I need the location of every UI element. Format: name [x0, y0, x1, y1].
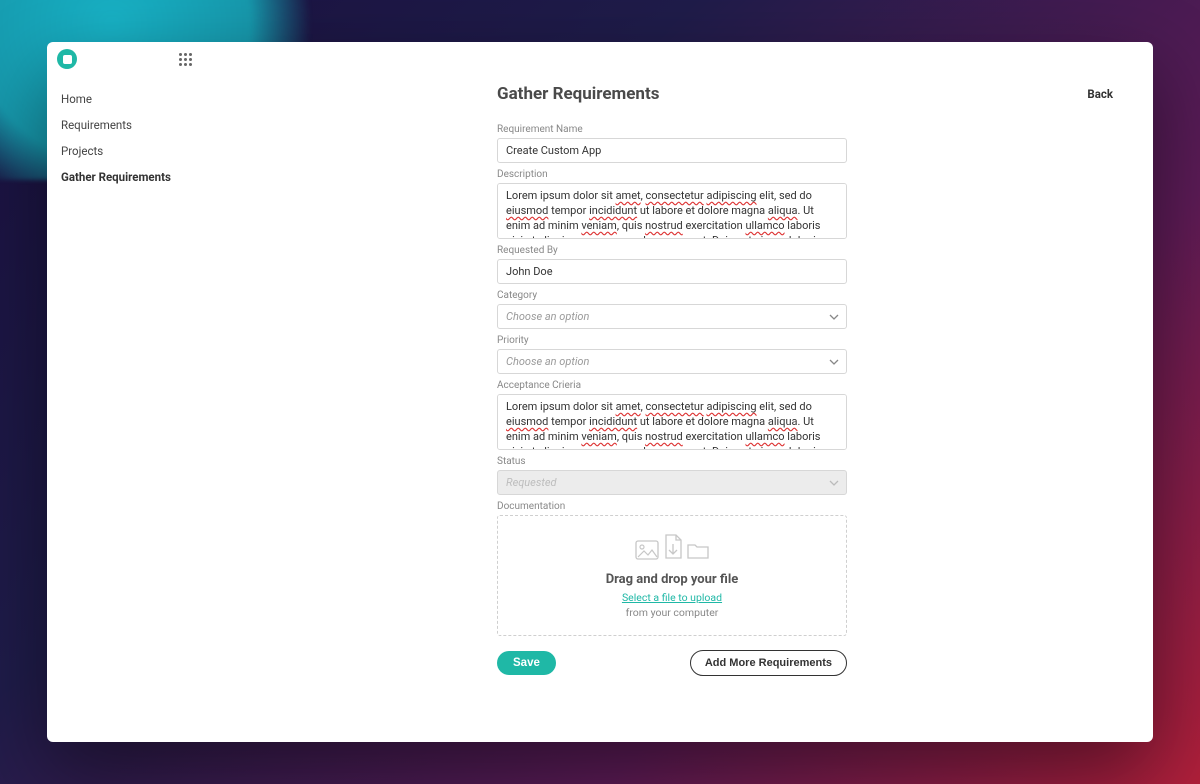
category-select[interactable]: Choose an option: [497, 304, 847, 329]
save-button[interactable]: Save: [497, 651, 556, 675]
requested-by-label: Requested By: [497, 245, 847, 256]
dropzone-select-link[interactable]: Select a file to upload: [508, 591, 836, 604]
status-label: Status: [497, 456, 847, 467]
description-label: Description: [497, 169, 847, 180]
form-actions: Save Add More Requirements: [497, 650, 847, 676]
folder-icon: [687, 542, 709, 560]
app-logo-icon[interactable]: [57, 49, 77, 69]
upload-illustration-icon: [508, 534, 836, 560]
main-content: Gather Requirements Back Requirement Nam…: [197, 76, 1153, 742]
file-download-icon: [663, 534, 683, 560]
requirement-name-label: Requirement Name: [497, 124, 847, 135]
priority-label: Priority: [497, 335, 847, 346]
dropzone-title: Drag and drop your file: [508, 572, 836, 587]
apps-grid-icon[interactable]: [179, 53, 192, 66]
acceptance-criteria-label: Acceptance Crieria: [497, 380, 847, 391]
topbar: [47, 42, 1153, 76]
image-icon: [635, 540, 659, 560]
documentation-label: Documentation: [497, 501, 847, 512]
page-header: Gather Requirements Back: [497, 76, 1113, 118]
app-window: Home Requirements Projects Gather Requir…: [47, 42, 1153, 742]
category-label: Category: [497, 290, 847, 301]
requested-by-input[interactable]: [497, 259, 847, 284]
dropzone-subtext: from your computer: [508, 606, 836, 619]
sidebar-item-home[interactable]: Home: [57, 86, 197, 112]
sidebar-item-gather-requirements[interactable]: Gather Requirements: [57, 164, 197, 190]
sidebar: Home Requirements Projects Gather Requir…: [47, 76, 197, 742]
documentation-dropzone[interactable]: Drag and drop your file Select a file to…: [497, 515, 847, 636]
back-link[interactable]: Back: [1087, 87, 1113, 101]
requirement-form: Requirement Name Description Lorem ipsum…: [497, 124, 847, 676]
status-select: Requested: [497, 470, 847, 495]
sidebar-item-projects[interactable]: Projects: [57, 138, 197, 164]
acceptance-criteria-textarea[interactable]: Lorem ipsum dolor sit amet, consectetur …: [497, 394, 847, 450]
add-more-requirements-button[interactable]: Add More Requirements: [690, 650, 847, 676]
page-title: Gather Requirements: [497, 84, 659, 104]
sidebar-item-requirements[interactable]: Requirements: [57, 112, 197, 138]
priority-select[interactable]: Choose an option: [497, 349, 847, 374]
requirement-name-input[interactable]: [497, 138, 847, 163]
description-textarea[interactable]: Lorem ipsum dolor sit amet, consectetur …: [497, 183, 847, 239]
